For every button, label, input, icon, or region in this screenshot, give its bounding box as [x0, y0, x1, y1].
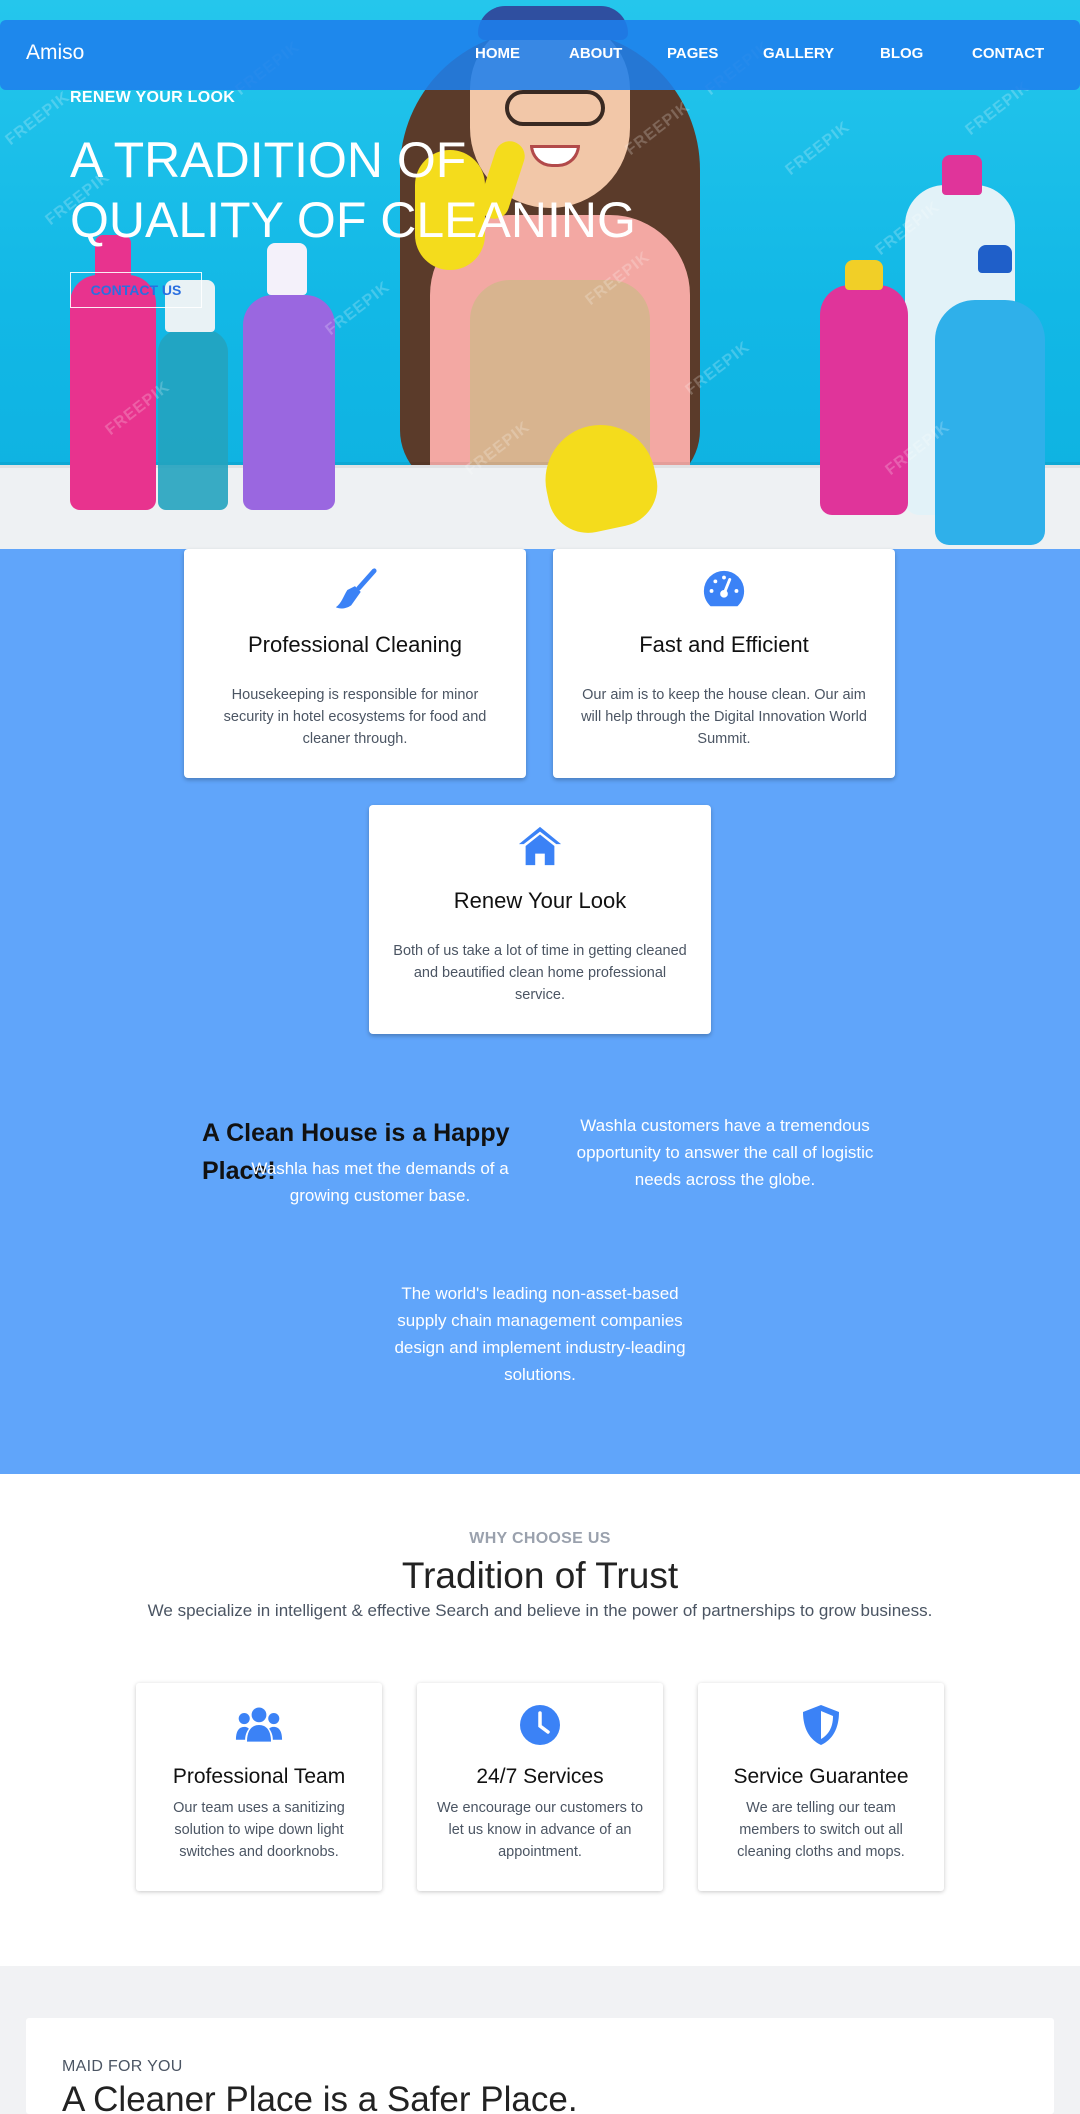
bottle-blue-cap: [978, 245, 1012, 273]
bottle-white-cap: [942, 155, 982, 195]
maid-title: A Cleaner Place is a Safer Place.: [62, 2080, 578, 2114]
service-card: Fast and Efficient Our aim is to keep th…: [553, 549, 895, 778]
feature-card: Professional Team Our team uses a saniti…: [136, 1683, 382, 1891]
nav-item-home[interactable]: HOME: [475, 45, 520, 62]
brand-logo[interactable]: Amiso: [26, 41, 84, 65]
service-card: Professional Cleaning Housekeeping is re…: [184, 549, 526, 778]
nav-item-about[interactable]: ABOUT: [569, 45, 622, 62]
why-subtitle: We specialize in intelligent & effective…: [147, 1601, 933, 1620]
bottle-magenta-cap: [845, 260, 883, 290]
why-eyebrow: WHY CHOOSE US: [469, 1530, 611, 1547]
bottle-magenta: [820, 285, 908, 515]
feature-text: We are telling our team members to switc…: [737, 1800, 905, 1860]
service-card: Renew Your Look Both of us take a lot of…: [369, 805, 711, 1034]
spray-bottle-teal: [158, 330, 228, 510]
gauge-icon: [703, 570, 745, 607]
feature-title: Service Guarantee: [733, 1765, 909, 1788]
feature-text: We encourage our customers to let us kno…: [436, 1800, 644, 1860]
service-text: Our aim is to keep the house clean. Our …: [581, 687, 867, 747]
nav-item-blog[interactable]: BLOG: [880, 45, 923, 62]
bottle-blue: [935, 300, 1045, 545]
hero-photo-glasses: [505, 90, 605, 126]
why-title: Tradition of Trust: [401, 1555, 679, 1596]
feature-title: Professional Team: [172, 1765, 346, 1788]
hero-title: A TRADITION OF QUALITY OF CLEANING: [70, 132, 636, 248]
about-text-3: The world's leading non-asset-based supp…: [394, 1284, 686, 1384]
service-title: Renew Your Look: [453, 888, 627, 913]
feature-card: 24/7 Services We encourage our customers…: [417, 1683, 663, 1891]
clock-icon: [520, 1705, 560, 1745]
about-text-2: Washla customers have a tremendous oppor…: [576, 1116, 874, 1189]
watermark-text: FREEPIK: [782, 118, 854, 179]
users-icon: [235, 1707, 283, 1742]
service-title: Fast and Efficient: [639, 632, 809, 657]
watermark-text: FREEPIK: [322, 278, 394, 339]
service-title: Professional Cleaning: [247, 632, 463, 657]
shield-icon: [803, 1705, 839, 1745]
service-text: Housekeeping is responsible for minor se…: [223, 687, 487, 747]
bottle-purple-cap: [267, 243, 307, 295]
feature-card: Service Guarantee We are telling our tea…: [698, 1683, 944, 1891]
broom-icon: [335, 568, 377, 609]
nav-item-gallery[interactable]: GALLERY: [763, 45, 834, 62]
about-text-1: Washla has met the demands of a growing …: [251, 1159, 509, 1205]
contact-us-button[interactable]: CONTACT US: [70, 272, 202, 308]
maid-eyebrow: MAID FOR YOU: [62, 2058, 183, 2075]
watermark-text: FREEPIK: [2, 88, 74, 149]
hero-eyebrow: RENEW YOUR LOOK: [70, 89, 236, 106]
bottle-purple: [243, 295, 335, 510]
top-navbar: Amiso HOME ABOUT PAGES GALLERY BLOG CONT…: [0, 20, 1080, 90]
feature-title: 24/7 Services: [476, 1765, 604, 1788]
nav-item-contact[interactable]: CONTACT: [972, 45, 1044, 62]
service-text: Both of us take a lot of time in getting…: [393, 943, 687, 1003]
nav-item-pages[interactable]: PAGES: [667, 45, 718, 62]
home-icon: [518, 826, 562, 866]
feature-text: Our team uses a sanitizing solution to w…: [173, 1800, 345, 1860]
